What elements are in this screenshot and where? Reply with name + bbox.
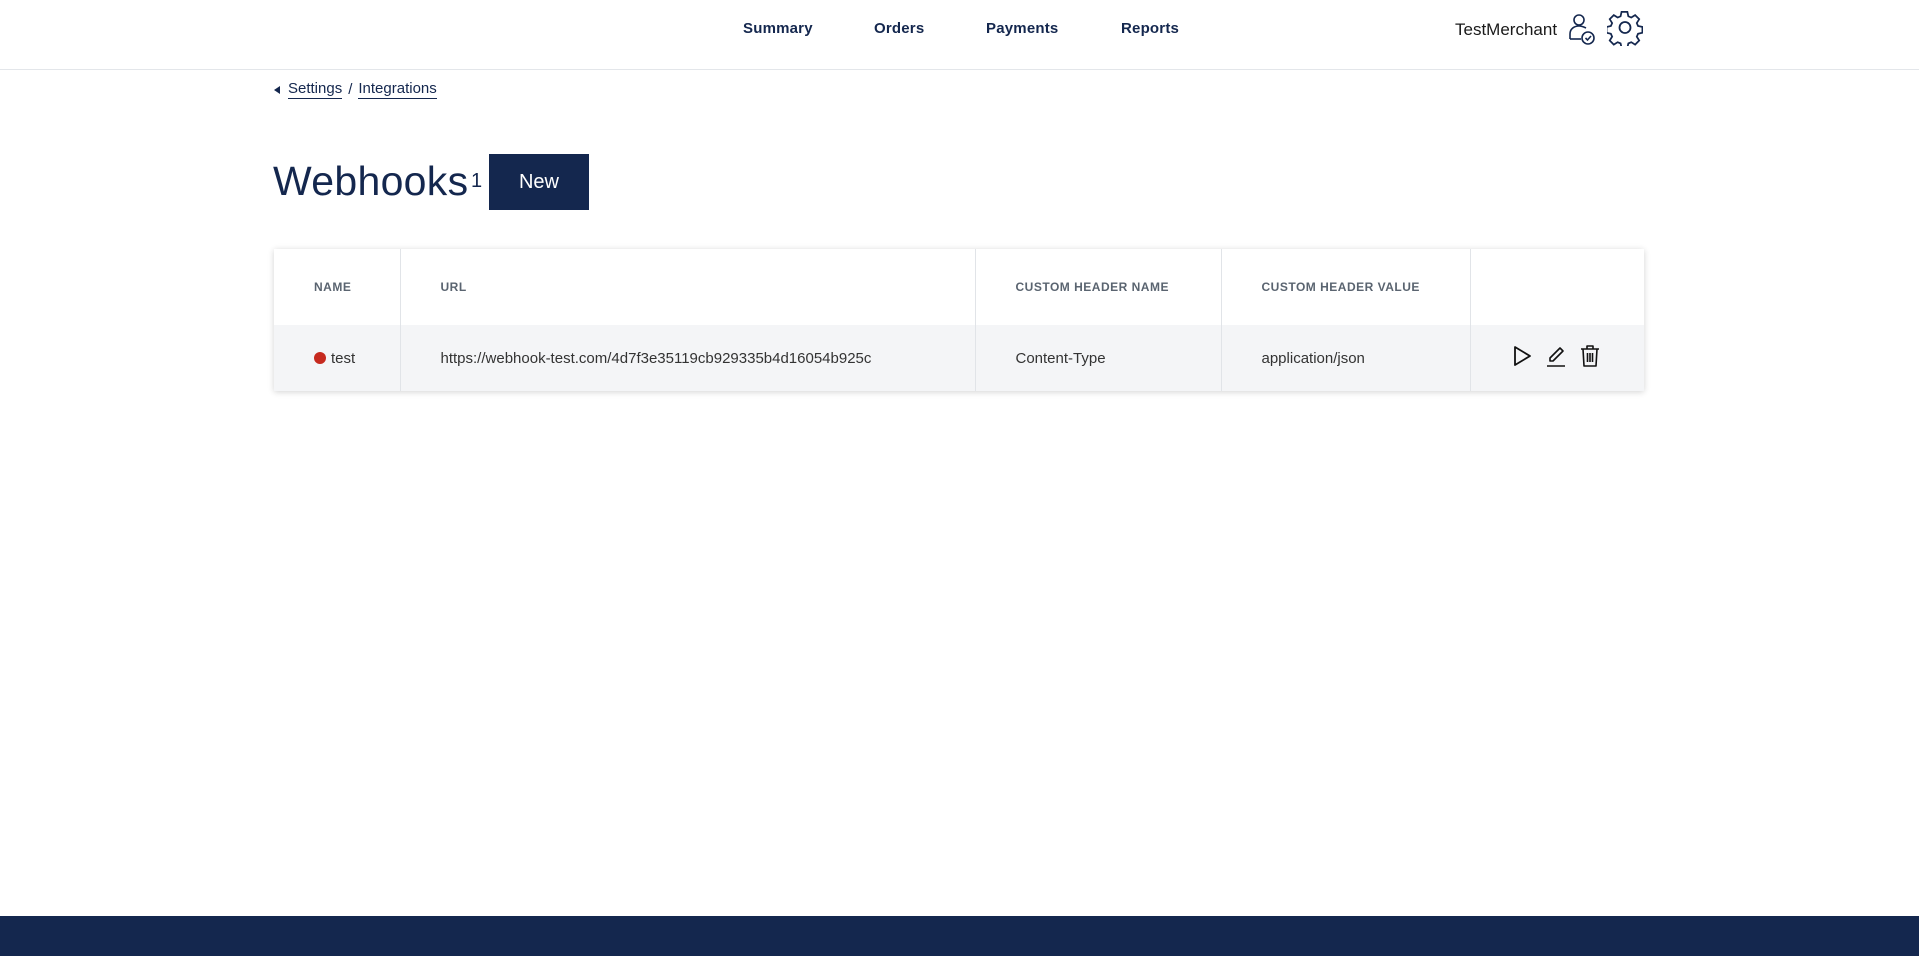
- new-webhook-button[interactable]: New: [489, 154, 589, 210]
- cell-name: test: [274, 325, 401, 391]
- top-navigation-bar: Summary Orders Payments Reports TestMerc…: [0, 0, 1919, 70]
- row-actions: [1511, 344, 1645, 372]
- webhooks-table: NAME URL CUSTOM HEADER NAME CUSTOM HEADE…: [274, 249, 1644, 391]
- breadcrumb: Settings / Integrations: [274, 80, 437, 99]
- webhook-name: test: [331, 349, 356, 367]
- nav-summary[interactable]: Summary: [743, 20, 813, 37]
- column-header-custom-header-value: CUSTOM HEADER VALUE: [1221, 249, 1471, 325]
- column-header-actions: [1470, 249, 1644, 325]
- play-icon[interactable]: [1511, 344, 1533, 372]
- gear-icon[interactable]: [1605, 10, 1644, 49]
- breadcrumb-separator: /: [348, 81, 353, 98]
- column-header-url: URL: [400, 249, 976, 325]
- cell-header-value: application/json: [1221, 325, 1471, 391]
- merchant-name[interactable]: TestMerchant: [1455, 20, 1557, 40]
- nav-payments[interactable]: Payments: [986, 20, 1058, 37]
- column-header-custom-header-name: CUSTOM HEADER NAME: [975, 249, 1222, 325]
- cell-url: https://webhook-test.com/4d7f3e35119cb92…: [400, 325, 976, 391]
- user-shield-icon[interactable]: [1568, 13, 1596, 47]
- trash-icon[interactable]: [1579, 344, 1601, 372]
- cell-actions: [1470, 325, 1644, 391]
- footer-band: [0, 916, 1919, 956]
- webhook-count: 1: [471, 170, 483, 192]
- cell-header-name: Content-Type: [975, 325, 1222, 391]
- nav-reports[interactable]: Reports: [1121, 20, 1179, 37]
- breadcrumb-integrations[interactable]: Integrations: [358, 80, 437, 99]
- column-header-name: NAME: [274, 249, 401, 325]
- nav-orders[interactable]: Orders: [874, 20, 924, 37]
- page-title: Webhooks: [273, 158, 469, 204]
- edit-icon[interactable]: [1545, 344, 1567, 372]
- back-caret-icon[interactable]: [274, 85, 280, 94]
- table-header-row: NAME URL CUSTOM HEADER NAME CUSTOM HEADE…: [274, 249, 1644, 325]
- breadcrumb-settings[interactable]: Settings: [288, 80, 343, 99]
- status-dot: [314, 351, 326, 364]
- table-row: test https://webhook-test.com/4d7f3e3511…: [274, 325, 1644, 391]
